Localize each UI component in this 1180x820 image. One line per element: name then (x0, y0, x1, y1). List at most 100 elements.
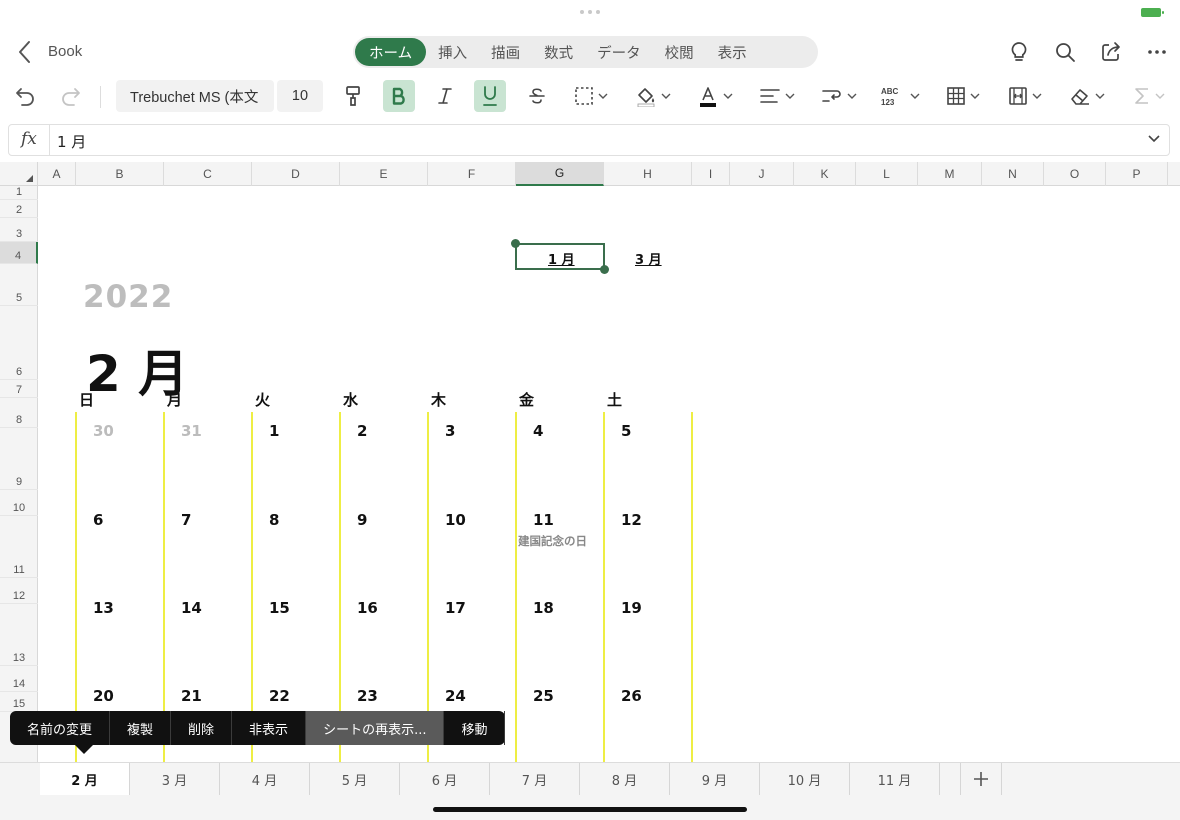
strikethrough-button[interactable] (522, 80, 552, 112)
tab-draw[interactable]: 描画 (479, 38, 532, 66)
calendar-day[interactable]: 20 (93, 687, 114, 705)
select-all-corner[interactable] (0, 162, 38, 186)
column-header[interactable]: J (730, 162, 794, 186)
sheet-tab-oct[interactable]: 10 月 (760, 763, 850, 795)
column-header[interactable]: P (1106, 162, 1168, 186)
book-title[interactable]: Book (48, 43, 82, 60)
calendar-day[interactable]: 21 (181, 687, 202, 705)
bold-button[interactable] (383, 80, 415, 112)
calendar-day[interactable]: 23 (357, 687, 378, 705)
redo-button[interactable] (56, 80, 86, 112)
sheet-tab-jul[interactable]: 7 月 (490, 763, 580, 795)
column-header[interactable]: B (76, 162, 164, 186)
align-button[interactable] (756, 80, 798, 112)
row-header[interactable]: 3 (0, 218, 38, 242)
row-header[interactable]: 1 (0, 186, 38, 200)
sheet-tab-mar[interactable]: 3 月 (130, 763, 220, 795)
tab-formulas[interactable]: 数式 (532, 38, 585, 66)
tab-home[interactable]: ホーム (355, 38, 427, 66)
cell-size-button[interactable] (1004, 80, 1046, 112)
row-header[interactable]: 5 (0, 264, 38, 306)
tab-insert[interactable]: 挿入 (426, 38, 479, 66)
more-button[interactable] (1134, 38, 1180, 66)
calendar-day[interactable]: 25 (533, 687, 554, 705)
lightbulb-button[interactable] (996, 38, 1042, 66)
row-header[interactable]: 11 (0, 516, 38, 578)
row-header[interactable]: 13 (0, 604, 38, 666)
calendar-day[interactable]: 18 (533, 599, 554, 617)
next-month-link[interactable]: 3 月 (635, 249, 662, 268)
row-header[interactable]: 10 (0, 490, 38, 516)
home-indicator[interactable] (433, 807, 747, 812)
number-format-button[interactable]: ABC 123 (878, 80, 922, 112)
column-header[interactable]: O (1044, 162, 1106, 186)
calendar-day[interactable]: 13 (93, 599, 114, 617)
calendar-day[interactable]: 9 (357, 511, 367, 529)
tab-review[interactable]: 校閲 (653, 38, 706, 66)
calendar-day[interactable]: 3 (445, 422, 455, 440)
column-header[interactable]: C (164, 162, 252, 186)
sheet-tab-may[interactable]: 5 月 (310, 763, 400, 795)
calendar-day[interactable]: 16 (357, 599, 378, 617)
row-header[interactable]: 7 (0, 380, 38, 398)
calendar-day[interactable]: 24 (445, 687, 466, 705)
sheet-tab-sep[interactable]: 9 月 (670, 763, 760, 795)
sheet-canvas[interactable]: 1 月 3 月 2022 2 月 日月火水木金土 30 31 1 2 3 4 5 6 7 8 9 10 1… (38, 186, 1180, 762)
table-button[interactable] (942, 80, 984, 112)
selection-handle-top-left[interactable] (511, 239, 520, 248)
row-header[interactable]: 12 (0, 578, 38, 604)
column-header[interactable]: K (794, 162, 856, 186)
sheet-tab-nov[interactable]: 11 月 (850, 763, 940, 795)
multitask-grabber[interactable] (578, 10, 602, 14)
selection-handle-bottom-right[interactable] (600, 265, 609, 274)
calendar-day[interactable]: 10 (445, 511, 466, 529)
formula-input[interactable]: 1 月 (57, 131, 86, 152)
row-header[interactable]: 4 (0, 242, 38, 264)
calendar-day[interactable]: 30 (93, 422, 114, 440)
menu-duplicate[interactable]: 複製 (110, 711, 172, 745)
share-button[interactable] (1088, 38, 1134, 66)
wrap-text-button[interactable] (818, 80, 860, 112)
calendar-day[interactable]: 19 (621, 599, 642, 617)
row-header[interactable]: 6 (0, 306, 38, 380)
column-header[interactable]: A (38, 162, 76, 186)
column-header[interactable]: D (252, 162, 340, 186)
undo-button[interactable] (10, 80, 40, 112)
search-button[interactable] (1042, 38, 1088, 66)
calendar-day[interactable]: 12 (621, 511, 642, 529)
calendar-day[interactable]: 1 (269, 422, 279, 440)
calendar-day[interactable]: 2 (357, 422, 367, 440)
add-sheet-button[interactable] (960, 763, 1002, 795)
calendar-day[interactable]: 31 (181, 422, 202, 440)
menu-rename[interactable]: 名前の変更 (10, 711, 111, 745)
calendar-day[interactable]: 26 (621, 687, 642, 705)
column-header[interactable]: E (340, 162, 428, 186)
underline-button[interactable] (474, 80, 506, 112)
menu-delete[interactable]: 削除 (171, 711, 233, 745)
back-button[interactable] (12, 38, 38, 66)
calendar-day[interactable]: 15 (269, 599, 290, 617)
tab-data[interactable]: データ (585, 38, 653, 66)
column-header[interactable]: M (918, 162, 982, 186)
menu-unhide[interactable]: シートの再表示... (306, 711, 445, 745)
column-header[interactable]: I (692, 162, 730, 186)
column-header[interactable]: N (982, 162, 1044, 186)
calendar-day[interactable]: 6 (93, 511, 103, 529)
sheet-tab-aug[interactable]: 8 月 (580, 763, 670, 795)
column-header[interactable]: F (428, 162, 516, 186)
calendar-day[interactable]: 11 (533, 511, 554, 529)
row-header[interactable]: 8 (0, 398, 38, 428)
prev-month-link[interactable]: 1 月 (548, 249, 575, 268)
column-header[interactable]: H (604, 162, 692, 186)
calendar-day[interactable]: 4 (533, 422, 543, 440)
font-name-field[interactable]: Trebuchet MS (本文 (116, 80, 274, 112)
column-header[interactable]: G (516, 162, 604, 186)
calendar-day[interactable]: 17 (445, 599, 466, 617)
tab-view[interactable]: 表示 (706, 38, 759, 66)
italic-button[interactable] (430, 80, 460, 112)
calendar-day[interactable]: 14 (181, 599, 202, 617)
calendar-day[interactable]: 22 (269, 687, 290, 705)
format-painter-button[interactable] (340, 80, 366, 112)
sheet-tab-jun[interactable]: 6 月 (400, 763, 490, 795)
row-header[interactable]: 2 (0, 200, 38, 218)
